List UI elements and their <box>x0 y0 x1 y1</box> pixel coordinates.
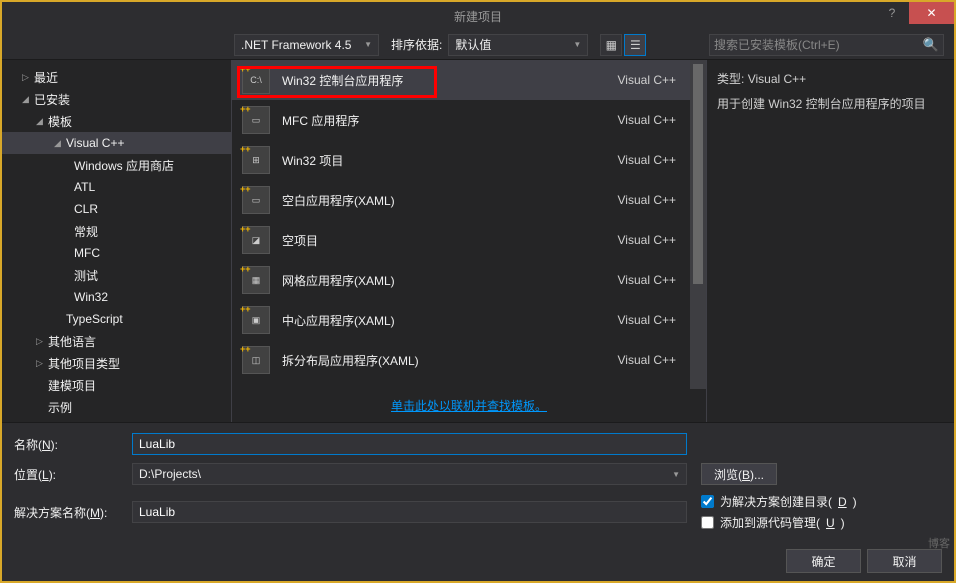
sort-label: 排序依据: <box>391 36 442 53</box>
template-lang: Visual C++ <box>618 353 676 367</box>
view-icons-button[interactable]: ▦ <box>600 34 622 56</box>
template-icon: ++C:\ <box>242 66 270 94</box>
toolbar: .NET Framework 4.5▼ 排序依据: 默认值▼ ▦ ☰ 🔍 <box>2 30 954 60</box>
view-list-button[interactable]: ☰ <box>624 34 646 56</box>
window-title: 新建项目 <box>2 8 954 25</box>
template-lang: Visual C++ <box>618 113 676 127</box>
template-item[interactable]: ++⊞ Win32 项目 Visual C++ <box>232 140 706 180</box>
ok-button[interactable]: 确定 <box>786 549 861 573</box>
template-lang: Visual C++ <box>618 73 676 87</box>
template-name: 网格应用程序(XAML) <box>282 272 606 289</box>
tree-recent[interactable]: ▷最近 <box>2 66 231 88</box>
template-name: 空白应用程序(XAML) <box>282 192 606 209</box>
template-lang: Visual C++ <box>618 193 676 207</box>
template-icon: ++▭ <box>242 106 270 134</box>
template-item[interactable]: ++◫ 拆分布局应用程序(XAML) Visual C++ <box>232 340 706 380</box>
tree-vcpp[interactable]: ◢Visual C++ <box>2 132 231 154</box>
tree-modeling[interactable]: 建模项目 <box>2 374 231 396</box>
template-item[interactable]: ++▭ 空白应用程序(XAML) Visual C++ <box>232 180 706 220</box>
template-name: 中心应用程序(XAML) <box>282 312 606 329</box>
tree-installed[interactable]: ◢已安装 <box>2 88 231 110</box>
info-panel: 类型: Visual C++ 用于创建 Win32 控制台应用程序的项目 <box>706 60 954 422</box>
template-name: Win32 项目 <box>282 152 606 169</box>
template-icon: ++▦ <box>242 266 270 294</box>
template-icon: ++◫ <box>242 346 270 374</box>
template-lang: Visual C++ <box>618 233 676 247</box>
template-item[interactable]: ++◪ 空项目 Visual C++ <box>232 220 706 260</box>
scrollbar[interactable] <box>690 60 706 389</box>
location-label: 位置(L): <box>14 466 124 483</box>
project-form: 名称(N): 位置(L): D:\Projects\▼ 浏览(B)... 解决方… <box>2 423 954 541</box>
tree-child[interactable]: 测试 <box>2 264 231 286</box>
titlebar: 新建项目 ? ✕ <box>2 2 954 30</box>
browse-button[interactable]: 浏览(B)... <box>701 463 777 485</box>
type-label: 类型: <box>717 72 744 86</box>
create-dir-checkbox[interactable]: 为解决方案创建目录(D) <box>701 493 857 510</box>
tree-child[interactable]: CLR <box>2 198 231 220</box>
help-button[interactable]: ? <box>875 2 909 24</box>
tree-other-proj[interactable]: ▷其他项目类型 <box>2 352 231 374</box>
search-input[interactable] <box>714 38 923 52</box>
online-search-link[interactable]: 单击此处以联机并查找模板。 <box>391 399 547 413</box>
tree-templates[interactable]: ◢模板 <box>2 110 231 132</box>
template-item[interactable]: ++▦ 网格应用程序(XAML) Visual C++ <box>232 260 706 300</box>
location-input[interactable]: D:\Projects\▼ <box>132 463 687 485</box>
template-icon: ++⊞ <box>242 146 270 174</box>
search-box[interactable]: 🔍 <box>709 34 944 56</box>
solution-label: 解决方案名称(M): <box>14 504 124 521</box>
cancel-button[interactable]: 取消 <box>867 549 942 573</box>
template-icon: ++▣ <box>242 306 270 334</box>
template-icon: ++▭ <box>242 186 270 214</box>
category-tree: ▷最近 ◢已安装 ◢模板 ◢Visual C++ Windows 应用商店 AT… <box>2 60 232 422</box>
template-item[interactable]: ++▣ 中心应用程序(XAML) Visual C++ <box>232 300 706 340</box>
template-item[interactable]: ++C:\ Win32 控制台应用程序 Visual C++ <box>232 60 706 100</box>
add-source-checkbox[interactable]: 添加到源代码管理(U) <box>701 514 857 531</box>
template-name: 拆分布局应用程序(XAML) <box>282 352 606 369</box>
tree-child[interactable]: 常规 <box>2 220 231 242</box>
type-value: Visual C++ <box>748 72 806 86</box>
template-name: Win32 控制台应用程序 <box>282 72 606 89</box>
chevron-down-icon: ▼ <box>364 40 372 49</box>
tree-other-lang[interactable]: ▷其他语言 <box>2 330 231 352</box>
tree-child[interactable]: Windows 应用商店 <box>2 154 231 176</box>
search-icon[interactable]: 🔍 <box>923 37 939 53</box>
framework-dropdown[interactable]: .NET Framework 4.5▼ <box>234 34 379 56</box>
template-description: 用于创建 Win32 控制台应用程序的项目 <box>717 95 944 112</box>
template-item[interactable]: ++▭ MFC 应用程序 Visual C++ <box>232 100 706 140</box>
template-name: 空项目 <box>282 232 606 249</box>
scrollbar-thumb[interactable] <box>693 64 703 284</box>
sort-dropdown[interactable]: 默认值▼ <box>448 34 588 56</box>
name-label: 名称(N): <box>14 436 124 453</box>
chevron-down-icon: ▼ <box>573 40 581 49</box>
tree-samples[interactable]: 示例 <box>2 396 231 418</box>
tree-child[interactable]: Win32 <box>2 286 231 308</box>
template-lang: Visual C++ <box>618 313 676 327</box>
tree-child[interactable]: MFC <box>2 242 231 264</box>
solution-input[interactable] <box>132 501 687 523</box>
tree-typescript[interactable]: TypeScript <box>2 308 231 330</box>
template-name: MFC 应用程序 <box>282 112 606 129</box>
template-lang: Visual C++ <box>618 273 676 287</box>
template-lang: Visual C++ <box>618 153 676 167</box>
tree-child[interactable]: ATL <box>2 176 231 198</box>
online-link-row: 单击此处以联机并查找模板。 <box>232 389 706 422</box>
name-input[interactable] <box>132 433 687 455</box>
close-button[interactable]: ✕ <box>909 2 954 24</box>
chevron-down-icon: ▼ <box>672 470 680 479</box>
template-list: ++C:\ Win32 控制台应用程序 Visual C++ ++▭ MFC 应… <box>232 60 706 389</box>
template-icon: ++◪ <box>242 226 270 254</box>
